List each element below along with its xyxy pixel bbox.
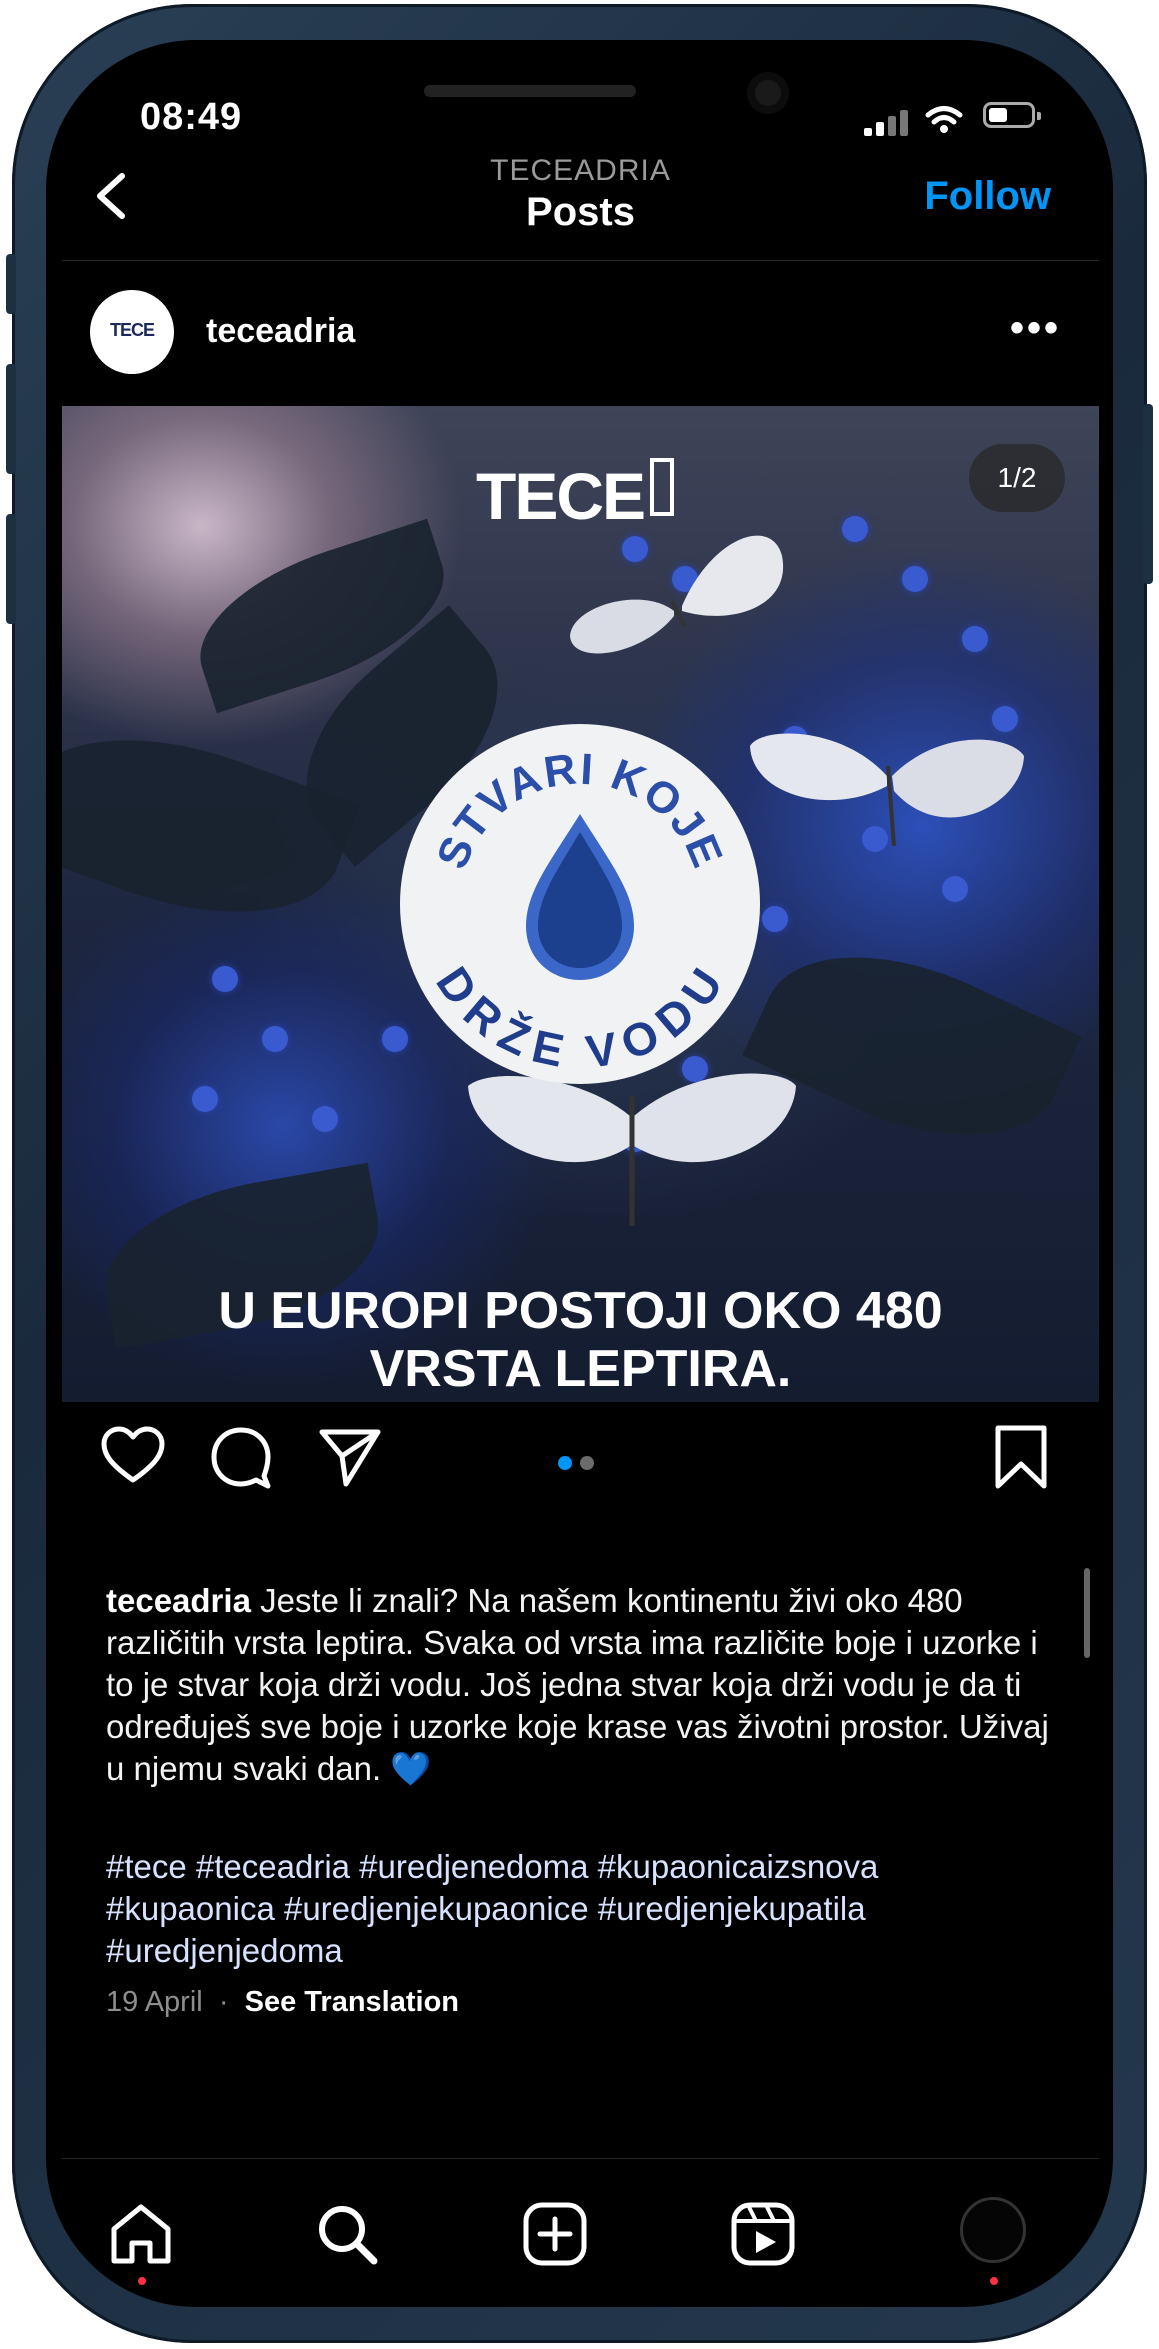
search-icon[interactable] <box>312 2199 382 2269</box>
scrollbar[interactable] <box>1084 1568 1090 1658</box>
signal-icon <box>864 108 914 136</box>
image-counter-badge: 1/2 <box>969 444 1065 512</box>
drop-badge: STVARI KOJE DRŽE VODU <box>400 724 760 1084</box>
carousel-dot <box>580 1456 594 1470</box>
post-image[interactable]: TECE 1/2 STVARI KOJE DRŽE VODU U EUROPI … <box>62 406 1099 1402</box>
header-divider <box>62 260 1099 261</box>
home-notification-dot <box>138 2277 146 2285</box>
share-icon[interactable] <box>316 1424 382 1490</box>
notch <box>301 58 863 140</box>
front-camera <box>747 72 789 114</box>
follow-button[interactable]: Follow <box>924 174 1051 219</box>
heart-icon[interactable] <box>100 1424 166 1490</box>
post-caption: teceadria Jeste li znali? Na našem konti… <box>106 1580 1056 1790</box>
comment-icon[interactable] <box>208 1424 274 1490</box>
power-button <box>1143 404 1153 584</box>
status-time: 08:49 <box>140 96 243 138</box>
post-date: 19 April <box>106 1986 203 2018</box>
bottom-tab-bar <box>62 2158 1099 2298</box>
butterfly-image <box>570 535 784 654</box>
reels-icon[interactable] <box>728 2199 798 2269</box>
meta-separator: · <box>210 1986 237 2018</box>
wifi-icon <box>925 106 963 133</box>
carousel-dot-active <box>558 1456 572 1470</box>
battery-icon <box>983 102 1041 128</box>
butterfly-image <box>750 733 1024 847</box>
post-username[interactable]: teceadria <box>206 312 355 351</box>
profile-icon[interactable] <box>960 2197 1026 2263</box>
leaf-shape <box>62 696 360 956</box>
create-icon[interactable] <box>520 2199 590 2269</box>
image-headline: U EUROPI POSTOJI OKO 480 VRSTA LEPTIRA. <box>218 1282 943 1398</box>
bookmark-icon[interactable] <box>988 1424 1054 1490</box>
tece-logo: TECE <box>476 458 675 534</box>
more-options-icon[interactable]: ••• <box>1010 306 1061 351</box>
post-action-bar <box>62 1424 1099 1504</box>
post-hashtags[interactable]: #tece #teceadria #uredjenedoma #kupaonic… <box>106 1846 1056 1972</box>
volume-down-button <box>6 514 16 624</box>
caption-username[interactable]: teceadria <box>106 1582 251 1619</box>
avatar[interactable]: TECE <box>90 290 174 374</box>
speaker <box>424 85 636 97</box>
post-meta: 19 April · See Translation <box>106 1986 459 2019</box>
profile-notification-dot <box>990 2277 998 2285</box>
avatar-logo-text: TECE <box>109 320 155 340</box>
mute-switch <box>6 254 16 314</box>
carousel-indicator <box>558 1456 602 1475</box>
see-translation-link[interactable]: See Translation <box>245 1986 459 2018</box>
home-icon[interactable] <box>106 2199 176 2269</box>
volume-up-button <box>6 364 16 474</box>
screen: 08:49 TECEADRIA Posts Follow TECE tecead… <box>62 58 1099 2298</box>
